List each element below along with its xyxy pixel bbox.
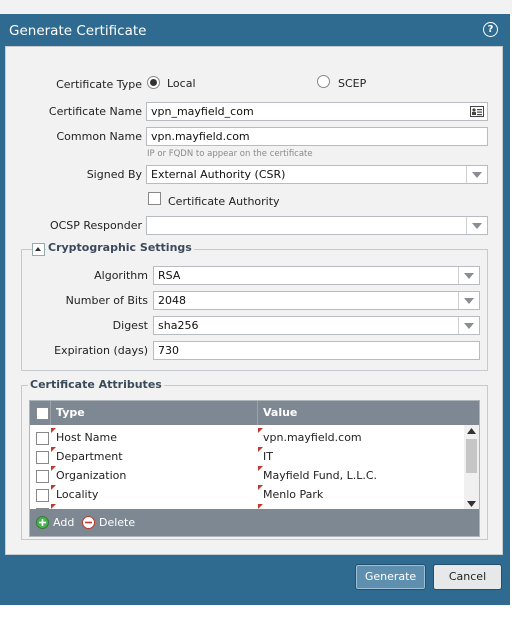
row-type: Organization [56,469,127,482]
table-header: Type Value [30,401,479,425]
signed-by-select[interactable]: External Authority (CSR) [146,165,488,184]
minus-icon [82,516,95,529]
table-row[interactable]: Host Name vpn.mayfield.com [30,428,464,447]
generate-certificate-dialog: Generate Certificate ? Certificate Type … [0,14,510,605]
scroll-thumb[interactable] [466,439,477,473]
row-checkbox[interactable] [36,470,49,483]
dialog-titlebar: Generate Certificate ? [0,14,510,46]
certificate-name-label: Certificate Name [48,105,142,118]
digest-label: Digest [112,319,148,332]
table-row[interactable]: Department IT [30,447,464,466]
certificate-attributes-title: Certificate Attributes [28,378,164,391]
table-scrollbar[interactable] [464,425,479,510]
delete-button-label: Delete [99,516,136,529]
common-name-input[interactable]: vpn.mayfield.com [146,127,488,146]
radio-local-label: Local [167,77,196,90]
row-value: vpn.mayfield.com [263,431,362,444]
chevron-down-icon[interactable] [458,292,479,309]
dialog-body: Certificate Type Local SCEP Certificate … [5,46,503,555]
common-name-label: Common Name [56,130,143,143]
number-of-bits-label: Number of Bits [65,294,148,307]
algorithm-select[interactable]: RSA [153,266,480,285]
chevron-down-icon[interactable] [466,166,487,183]
expiration-value: 730 [158,344,179,357]
row-checkbox[interactable] [36,489,49,502]
chevron-down-icon[interactable] [458,317,479,334]
table-row[interactable]: Organization Mayfield Fund, L.L.C. [30,466,464,485]
id-card-icon[interactable] [470,106,484,117]
signed-by-value: External Authority (CSR) [151,168,286,181]
cancel-button[interactable]: Cancel [433,564,502,590]
row-value: IT [263,450,273,463]
add-button-label: Add [53,516,75,529]
question-icon[interactable]: ? [483,22,498,37]
common-name-hint: IP or FQDN to appear on the certificate [147,149,313,159]
ocsp-responder-label: OCSP Responder [49,219,142,232]
digest-select[interactable]: sha256 [153,316,480,335]
expiration-label: Expiration (days) [54,344,148,357]
column-header-type[interactable]: Type [56,401,85,425]
ocsp-responder-select[interactable] [146,216,488,235]
chevron-down-icon[interactable] [466,217,487,234]
row-type: Host Name [56,431,117,444]
row-type: Department [56,450,123,463]
row-checkbox[interactable] [36,451,49,464]
number-of-bits-select[interactable]: 2048 [153,291,480,310]
table-row[interactable]: Locality Menlo Park [30,485,464,504]
chevron-down-icon[interactable] [458,267,479,284]
column-header-value[interactable]: Value [263,401,297,425]
row-type: Locality [56,488,99,501]
radio-local[interactable] [147,76,160,89]
certificate-name-input[interactable]: vpn_mayfield_com [146,102,488,121]
dialog-title: Generate Certificate [9,23,147,39]
scroll-down-icon[interactable] [467,501,476,507]
cryptographic-settings-title: Cryptographic Settings [46,241,194,254]
certificate-authority-label: Certificate Authority [168,195,280,208]
number-of-bits-value: 2048 [158,294,186,307]
collapse-icon[interactable] [32,243,45,256]
algorithm-label: Algorithm [94,269,148,282]
plus-icon [36,516,49,529]
common-name-value: vpn.mayfield.com [151,130,250,143]
attributes-table: Type Value Host Name vpn.mayfield.com De… [29,400,480,537]
expiration-input[interactable]: 730 [153,341,480,360]
row-value: Mayfield Fund, L.L.C. [263,469,378,482]
certificate-name-value: vpn_mayfield_com [151,105,254,118]
radio-scep[interactable] [317,75,330,88]
certificate-authority-checkbox[interactable] [148,192,161,205]
scroll-up-icon[interactable] [467,428,476,434]
radio-scep-label: SCEP [338,77,367,90]
generate-button[interactable]: Generate [355,564,426,590]
certificate-type-label: Certificate Type [56,78,142,91]
table-footer: Add Delete [30,509,479,536]
algorithm-value: RSA [158,269,181,282]
select-all-checkbox[interactable] [36,407,49,420]
digest-value: sha256 [158,319,199,332]
row-value: Menlo Park [263,488,324,501]
background-strip [0,0,512,14]
row-checkbox[interactable] [36,432,49,445]
signed-by-label: Signed By [86,168,142,181]
